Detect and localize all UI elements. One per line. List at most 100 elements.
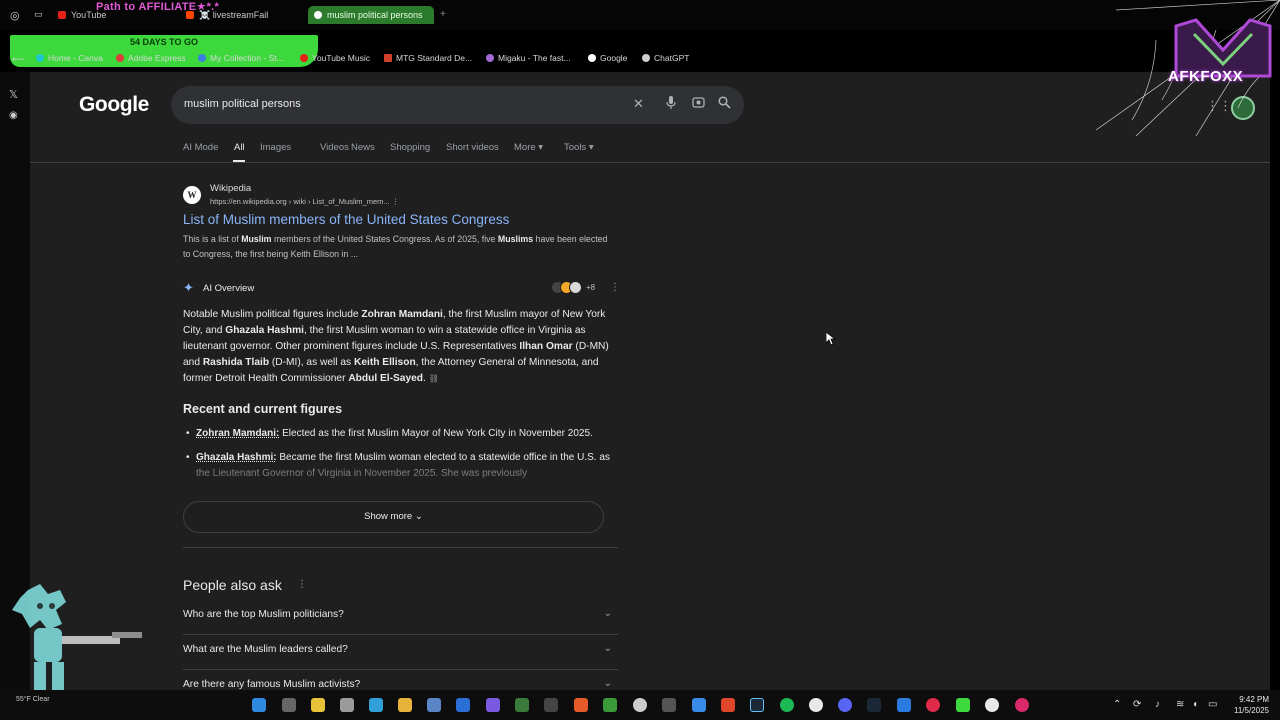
clock-date[interactable]: 11/5/2025 [1225, 706, 1269, 715]
ai-overview-more-icon[interactable]: ⋮ [610, 282, 620, 293]
mtg-icon [384, 54, 392, 62]
chevron-down-icon[interactable]: ⌄ [604, 643, 612, 654]
browser-logo-icon[interactable]: ◎ [10, 9, 20, 22]
app-icon[interactable] [662, 698, 676, 712]
sync-icon[interactable]: ⟳ [1133, 699, 1141, 710]
steam-icon[interactable] [750, 698, 764, 712]
back-icon[interactable]: ⟵ [12, 54, 25, 65]
app-icon[interactable] [692, 698, 706, 712]
caret-down-icon: ▾ [588, 142, 594, 153]
canva-icon [36, 54, 44, 62]
wikipedia-icon[interactable]: W [183, 186, 201, 204]
microphone-icon[interactable]: ♪ [1155, 699, 1160, 710]
result-site-name[interactable]: Wikipedia [210, 183, 251, 194]
adobe-icon [116, 54, 124, 62]
bookmarks-bar: ⟵ Home - Canva Adobe Express My Collecti… [0, 50, 1100, 68]
notepad-icon[interactable] [456, 698, 470, 712]
bookmark-adobe-express[interactable]: Adobe Express [116, 53, 186, 63]
search-input[interactable]: muslim political persons [184, 98, 301, 110]
result-title-link[interactable]: List of Muslim members of the United Sta… [183, 212, 509, 227]
more-options-icon[interactable]: ⋮ [392, 197, 400, 206]
tab-more[interactable]: More ▾ [514, 142, 543, 153]
lens-camera-icon[interactable] [692, 96, 705, 112]
source-icon [569, 281, 582, 294]
edge-icon[interactable] [369, 698, 383, 712]
volume-icon[interactable]: ◖ [1192, 699, 1198, 710]
app-icon[interactable] [956, 698, 970, 712]
new-tab-button[interactable]: + [440, 9, 446, 20]
paa-question[interactable]: What are the Muslim leaders called? ⌄ [183, 635, 618, 670]
search-bar[interactable]: muslim political persons ✕ [171, 86, 744, 124]
discord-icon[interactable] [838, 698, 852, 712]
settings-icon[interactable] [340, 698, 354, 712]
tab-all[interactable]: All [234, 142, 245, 153]
paa-question[interactable]: Are there any famous Muslim activists? ⌄ [183, 670, 618, 690]
paa-question[interactable]: Who are the top Muslim politicians? ⌄ [183, 600, 618, 635]
app-icon[interactable] [897, 698, 911, 712]
recent-figures-heading: Recent and current figures [183, 402, 343, 416]
clock-time[interactable]: 9:42 PM [1225, 695, 1269, 704]
tab-videos[interactable]: Videos [320, 142, 349, 153]
task-view-icon[interactable] [282, 698, 296, 712]
ai-overview-label: AI Overview [203, 283, 255, 294]
bookmark-youtube-music[interactable]: YouTube Music [300, 53, 370, 63]
battery-icon[interactable]: ▭ [1208, 699, 1217, 710]
x-twitter-icon[interactable]: 𝕏 [9, 88, 18, 101]
bookmark-chatgpt[interactable]: ChatGPT [642, 53, 689, 63]
show-more-button[interactable]: Show more ⌄ [183, 501, 604, 533]
browser-tabbar: ◎ ▭ YouTube ☠️ livestreamFail muslim pol… [0, 0, 1280, 30]
xbox-icon[interactable] [603, 698, 617, 712]
collection-icon [198, 54, 206, 62]
steam-icon[interactable] [867, 698, 881, 712]
app-icon[interactable] [721, 698, 735, 712]
ai-sources[interactable]: +8 [551, 281, 595, 294]
bookmark-mtg[interactable]: MTG Standard De... [384, 53, 472, 63]
bookmark-google[interactable]: Google [588, 53, 627, 63]
app-icon[interactable] [1015, 698, 1029, 712]
people-also-ask-heading: People also ask [183, 577, 282, 593]
file-explorer-icon[interactable] [311, 698, 325, 712]
wifi-icon[interactable]: ≋ [1176, 699, 1184, 710]
youtube-icon [58, 11, 66, 19]
tab-news[interactable]: News [351, 142, 375, 153]
link-icon[interactable]: ⛓ [429, 374, 439, 383]
chrome-icon[interactable] [809, 698, 823, 712]
bookmark-canva[interactable]: Home - Canva [36, 53, 103, 63]
google-logo[interactable]: Google [79, 93, 149, 117]
app-icon[interactable] [574, 698, 588, 712]
tab-ai-mode[interactable]: AI Mode [183, 142, 218, 153]
tab-short-videos[interactable]: Short videos [446, 142, 499, 153]
app-icon[interactable] [926, 698, 940, 712]
bookmark-my-collection[interactable]: My Collection - St... [198, 53, 284, 63]
app-icon[interactable] [515, 698, 529, 712]
microphone-icon[interactable] [666, 96, 676, 112]
affiliate-banner: Path to AFFILIATE★*.* [96, 1, 220, 13]
discord-icon[interactable]: ◉ [9, 110, 18, 121]
obs-icon[interactable] [633, 698, 647, 712]
tab-tools[interactable]: Tools ▾ [564, 142, 594, 153]
tab-shopping[interactable]: Shopping [390, 142, 430, 153]
ai-overview-text: Notable Muslim political figures include… [183, 309, 609, 384]
chevron-up-icon[interactable]: ⌃ [1113, 699, 1121, 710]
clear-icon[interactable]: ✕ [633, 96, 644, 112]
calculator-icon[interactable] [427, 698, 441, 712]
windows-start-icon[interactable] [252, 698, 266, 712]
bookmark-migaku[interactable]: Migaku - The fast... [486, 53, 571, 63]
chevron-down-icon[interactable]: ⌄ [604, 678, 612, 689]
app-icon[interactable] [544, 698, 558, 712]
more-options-icon[interactable]: ⋮ [297, 579, 307, 590]
section-divider [183, 547, 618, 548]
chevron-down-icon[interactable]: ⌄ [604, 608, 612, 619]
tab-images[interactable]: Images [260, 142, 291, 153]
search-icon[interactable] [718, 96, 731, 112]
tab-active-search[interactable]: muslim political persons [308, 6, 434, 24]
search-results-page: Google muslim political persons ✕ ⋮ ⋮ AI … [30, 72, 1270, 690]
chrome-icon[interactable] [985, 698, 999, 712]
spotify-icon[interactable] [780, 698, 794, 712]
folder-icon[interactable] [398, 698, 412, 712]
copilot-icon[interactable] [486, 698, 500, 712]
tab-search-icon[interactable]: ▭ [34, 9, 43, 20]
streamer-character-overlay [12, 584, 142, 690]
weather-widget[interactable]: 55°F Clear [16, 695, 50, 704]
result-url[interactable]: https://en.wikipedia.org › wiki › List_o… [210, 197, 399, 206]
